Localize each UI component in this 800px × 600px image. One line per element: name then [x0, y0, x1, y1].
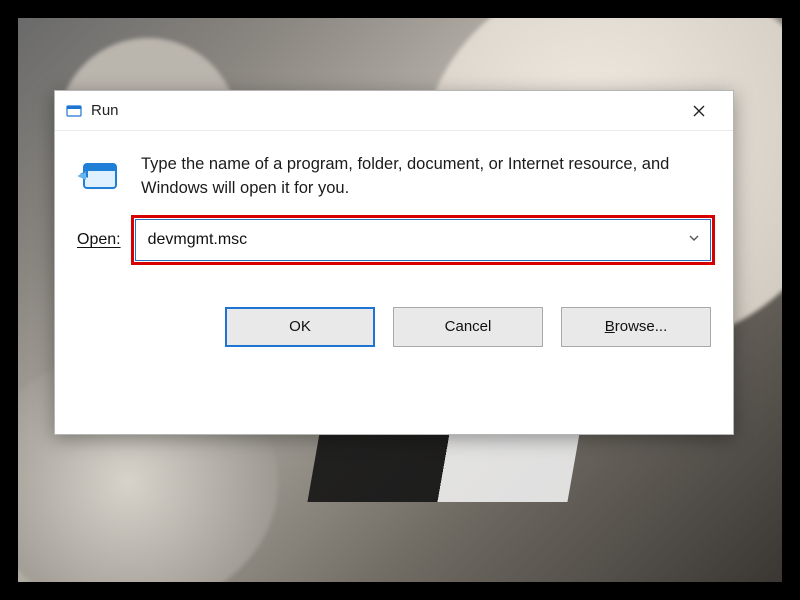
browse-button-label: Browse... — [605, 318, 668, 335]
dialog-description: Type the name of a program, folder, docu… — [141, 153, 711, 201]
button-row: OK Cancel Browse... — [55, 261, 733, 369]
screenshot-frame: Run Type the name of a program, folder, … — [18, 18, 782, 582]
open-row: Open: devmgmt.msc — [55, 211, 733, 261]
open-label: Open: — [77, 231, 121, 249]
titlebar[interactable]: Run — [55, 91, 733, 131]
run-icon — [77, 153, 123, 199]
dialog-title: Run — [91, 102, 675, 119]
close-icon — [693, 105, 705, 117]
close-button[interactable] — [675, 96, 723, 126]
ok-button[interactable]: OK — [225, 307, 375, 347]
cancel-button-label: Cancel — [445, 318, 492, 335]
dialog-body: Type the name of a program, folder, docu… — [55, 131, 733, 211]
open-input-value: devmgmt.msc — [148, 231, 248, 249]
run-titlebar-icon — [65, 102, 83, 120]
browse-button[interactable]: Browse... — [561, 307, 711, 347]
run-dialog: Run Type the name of a program, folder, … — [54, 90, 734, 435]
open-combobox[interactable]: devmgmt.msc — [135, 219, 711, 261]
ok-button-label: OK — [289, 318, 311, 335]
open-combo-wrap: devmgmt.msc — [135, 219, 711, 261]
chevron-down-icon[interactable] — [688, 231, 700, 249]
cancel-button[interactable]: Cancel — [393, 307, 543, 347]
